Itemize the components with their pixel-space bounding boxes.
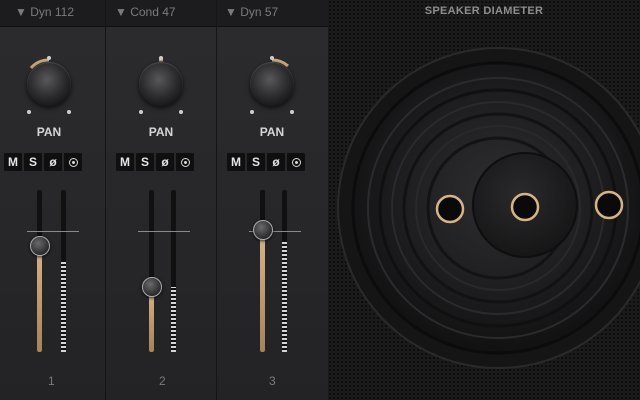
volume-fader-fill <box>260 228 265 352</box>
mute-button[interactable]: M <box>116 153 134 171</box>
level-meter <box>61 190 66 352</box>
level-meter-fill <box>61 259 66 352</box>
pan-right-dot <box>290 110 294 114</box>
channel-name[interactable]: ▼ Dyn 57 <box>225 5 278 19</box>
phase-button[interactable]: ø <box>44 153 62 171</box>
record-arm-button[interactable] <box>176 153 194 171</box>
channel-header[interactable]: ▼ Dyn 112 <box>0 0 105 27</box>
channel-header[interactable]: ▼ Cond 47 <box>106 0 216 27</box>
record-arm-button[interactable] <box>287 153 305 171</box>
pan-right-dot <box>179 110 183 114</box>
mic-position-outer[interactable] <box>594 190 624 220</box>
speaker-panel: SPEAKER DIAMETER <box>328 0 640 400</box>
mic-position-center[interactable] <box>510 192 540 222</box>
mute-button[interactable]: M <box>227 153 245 171</box>
channel-name[interactable]: ▼ Cond 47 <box>115 5 176 19</box>
volume-fader-track[interactable] <box>260 190 265 352</box>
volume-fader-fill <box>37 245 42 352</box>
pan-left-dot <box>27 110 31 114</box>
channel-number: 2 <box>159 374 166 388</box>
channel-buttons: M S ø <box>4 153 82 171</box>
pan-left-dot <box>139 110 143 114</box>
channel-strip-1: ▼ Dyn 112 PAN M S ø 1 <box>0 0 106 400</box>
speaker-graphic <box>337 47 640 369</box>
solo-button[interactable]: S <box>24 153 42 171</box>
mute-button[interactable]: M <box>4 153 22 171</box>
record-icon <box>291 157 301 167</box>
channel-buttons: M S ø <box>116 153 194 171</box>
pan-right-dot <box>67 110 71 114</box>
phase-button[interactable]: ø <box>267 153 285 171</box>
level-meter-fill <box>282 240 287 352</box>
volume-fader-track[interactable] <box>37 190 42 352</box>
level-meter <box>171 190 176 352</box>
pan-label: PAN <box>36 125 62 139</box>
pan-knob[interactable] <box>250 62 294 106</box>
record-icon <box>68 157 78 167</box>
channel-strip-3: ▼ Dyn 57 PAN M S ø 3 <box>217 0 329 400</box>
unity-gain-line <box>138 231 190 232</box>
channel-name[interactable]: ▼ Dyn 112 <box>15 5 74 19</box>
pan-center-dot <box>270 56 274 60</box>
volume-fader-handle[interactable] <box>142 276 162 297</box>
channel-header[interactable]: ▼ Dyn 57 <box>217 0 328 27</box>
level-meter-fill <box>171 287 176 352</box>
volume-fader-track[interactable] <box>149 190 154 352</box>
pan-knob[interactable] <box>27 62 71 106</box>
volume-fader-handle[interactable] <box>253 219 273 240</box>
channel-buttons: M S ø <box>227 153 305 171</box>
unity-gain-line <box>27 231 79 232</box>
level-meter <box>282 190 287 352</box>
record-arm-button[interactable] <box>64 153 82 171</box>
pan-knob[interactable] <box>139 62 183 106</box>
mixer-panel: ▼ Dyn 112 PAN M S ø 1 ▼ Cond 47 PAN M S … <box>0 0 329 400</box>
channel-number: 1 <box>48 374 55 388</box>
channel-number: 3 <box>269 374 276 388</box>
pan-center-dot <box>47 56 51 60</box>
record-icon <box>180 157 190 167</box>
solo-button[interactable]: S <box>247 153 265 171</box>
pan-center-dot <box>159 56 163 60</box>
pan-label: PAN <box>259 125 285 139</box>
volume-fader-handle[interactable] <box>30 236 50 257</box>
phase-button[interactable]: ø <box>156 153 174 171</box>
pan-label: PAN <box>148 125 174 139</box>
solo-button[interactable]: S <box>136 153 154 171</box>
mic-position-edge[interactable] <box>435 194 465 224</box>
channel-strip-2: ▼ Cond 47 PAN M S ø 2 <box>106 0 217 400</box>
pan-left-dot <box>250 110 254 114</box>
